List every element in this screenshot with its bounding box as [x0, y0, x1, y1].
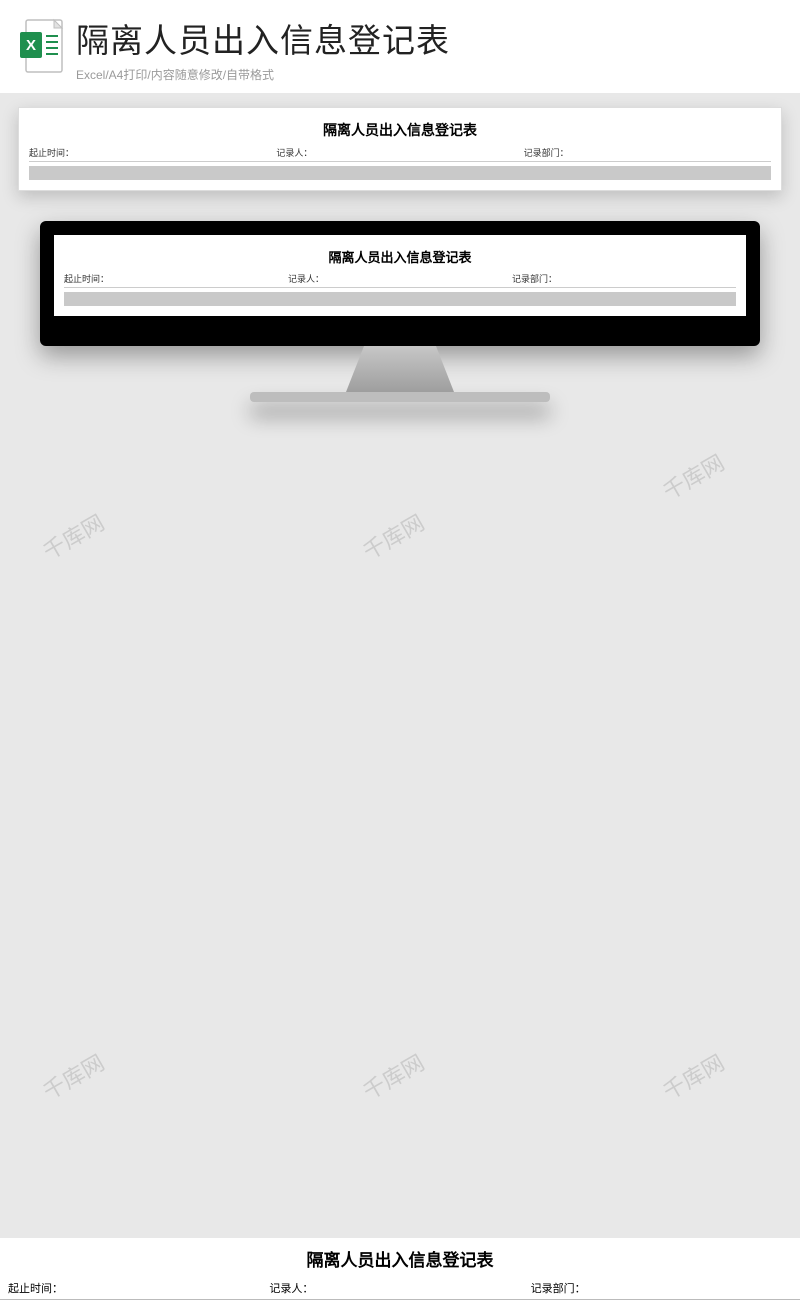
meta-row-screen: 起止时间： 记录人： 记录部门： — [64, 270, 736, 288]
meta-recorder-screen: 记录人： — [288, 272, 512, 285]
watermark: 千库网 — [656, 446, 729, 507]
page-title: 隔离人员出入信息登记表 — [76, 14, 782, 62]
monitor-stand-neck — [340, 346, 460, 392]
page-subtitle: Excel/A4打印/内容随意修改/自带格式 — [76, 66, 782, 83]
meta-row: 起止时间： 记录人： 记录部门： — [29, 144, 771, 162]
monitor-mockup: 隔离人员出入信息登记表 起止时间： 记录人： 记录部门： — [0, 221, 800, 402]
watermark: 千库网 — [356, 506, 429, 567]
watermark: 千库网 — [36, 1046, 109, 1107]
sheet-title: 隔离人员出入信息登记表 — [29, 116, 771, 144]
bottom-meta-dept: 记录部门： — [531, 1280, 792, 1296]
monitor-stand-base — [250, 392, 550, 402]
meta-dept: 记录部门： — [524, 146, 771, 159]
sheet-footer-bar-screen — [64, 292, 736, 306]
watermark: 千库网 — [656, 1046, 729, 1107]
meta-recorder: 记录人： — [276, 146, 523, 159]
bottom-meta-recorder: 记录人： — [269, 1280, 530, 1296]
bottom-meta-period: 起止时间： — [8, 1280, 269, 1296]
meta-period-screen: 起止时间： — [64, 272, 288, 285]
meta-period: 起止时间： — [29, 146, 276, 159]
sheet-preview-card: 隔离人员出入信息登记表 起止时间： 记录人： 记录部门： — [18, 107, 782, 191]
sheet-footer-bar — [29, 166, 771, 180]
excel-icon: X — [18, 18, 66, 79]
watermark: 千库网 — [356, 1046, 429, 1107]
page-header: X 隔离人员出入信息登记表 Excel/A4打印/内容随意修改/自带格式 — [0, 0, 800, 93]
watermark: 千库网 — [36, 506, 109, 567]
bottom-strip: 隔离人员出入信息登记表 起止时间： 记录人： 记录部门： — [0, 1238, 800, 1300]
svg-text:X: X — [26, 37, 36, 54]
bottom-title: 隔离人员出入信息登记表 — [0, 1238, 800, 1277]
sheet-title-screen: 隔离人员出入信息登记表 — [64, 243, 736, 270]
meta-dept-screen: 记录部门： — [512, 272, 736, 285]
bottom-meta-row: 起止时间： 记录人： 记录部门： — [0, 1277, 800, 1300]
